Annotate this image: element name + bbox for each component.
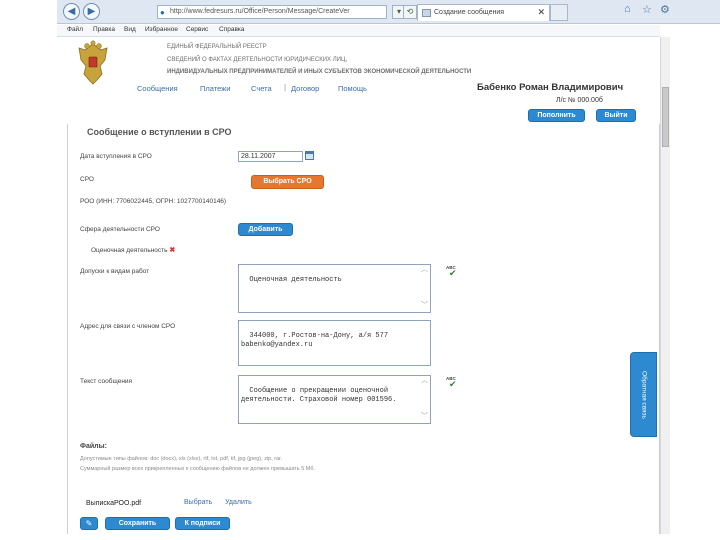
org-title-line-3: ИНДИВИДУАЛЬНЫХ ПРЕДПРИНИМАТЕЛЕЙ И ИНЫХ С… [167,69,472,75]
menu-favorites[interactable]: Избранное [145,26,178,33]
org-title-line-1: ЕДИНЫЙ ФЕДЕРАЛЬНЫЙ РЕЕСТР [167,44,267,50]
date-input[interactable]: 28.11.2007 [238,151,303,162]
page-title: Сообщение о вступлении в СРО [87,127,232,137]
add-activity-button[interactable]: Добавить [238,223,293,236]
nav-help[interactable]: Помощь [338,84,367,93]
choose-sro-button[interactable]: Выбрать СРО [251,175,324,189]
address-bar[interactable]: ● http://www.fedresurs.ru/Office/Person/… [157,5,387,19]
nav-messages[interactable]: Сообщения [137,84,178,93]
sign-button[interactable]: К подписи [175,517,230,530]
back-button[interactable]: ◀ [63,3,80,20]
files-types-note: Допустимые типы файлов: doc (docx), xls … [80,456,283,462]
feedback-tab[interactable]: Обратная связь [630,352,657,437]
page-scrollbar[interactable] [660,37,670,534]
home-icon[interactable]: ⌂ [624,3,631,15]
activity-item: Оценочная деятельность ✖ [91,246,175,254]
choose-file-link[interactable]: Выбрать [184,499,212,506]
feedback-tab-label: Обратная связь [640,370,647,419]
menu-file[interactable]: Файл [67,26,83,33]
scrollbar-thumb[interactable] [662,87,669,147]
work-types-text: Оценочная деятельность [249,276,342,284]
org-title-line-2: СВЕДЕНИЙ О ФАКТАХ ДЕЯТЕЛЬНОСТИ ЮРИДИЧЕСК… [167,57,348,63]
page-favicon-icon [422,9,431,17]
textarea-scroll-arrows[interactable]: ︿ ﹀ [420,376,428,423]
address-textarea[interactable]: 344000, г.Ростов-на-Дону, а/я 577 babenk… [238,320,431,366]
refresh-icon[interactable]: ⟲ [403,5,417,19]
tab-close-icon[interactable]: ✕ [537,5,545,20]
sro-value: РОО (ИНН: 7706022445, ОГРН: 102770014014… [80,198,227,205]
attach-paperclip-icon[interactable]: ✎ [80,517,98,530]
address-text: 344000, г.Ростов-на-Дону, а/я 577 babenk… [241,332,389,349]
delete-file-link[interactable]: Удалить [225,499,252,506]
address-label: Адрес для связи с членом СРО [80,323,176,330]
globe-icon: ● [160,8,165,17]
logout-button[interactable]: Выйти [596,109,636,122]
nav-accounts[interactable]: Счета [251,84,272,93]
favorites-star-icon[interactable]: ☆ [642,3,652,16]
tab-title: Создание сообщения [434,9,505,16]
spellcheck-icon[interactable]: ABC ✔ [446,265,460,279]
new-tab-button[interactable] [550,4,568,21]
settings-gear-icon[interactable]: ⚙ [660,3,670,16]
account-number: Л/с № 000.00б [556,97,603,104]
menu-tools[interactable]: Сервис [186,26,208,33]
nav-separator: | [284,83,287,92]
calendar-icon[interactable] [305,151,314,160]
coat-of-arms-icon [78,40,108,85]
message-textarea[interactable]: Сообщение о прекращении оценочной деятел… [238,375,431,424]
message-label: Текст сообщения [80,378,133,385]
menu-view[interactable]: Вид [124,26,136,33]
browser-toolbar: ◀ ▶ ● http://www.fedresurs.ru/Office/Per… [57,0,720,24]
activity-label: Сфера деятельности СРО [80,226,160,233]
work-types-textarea[interactable]: Оценочная деятельность ︿ ﹀ [238,264,431,313]
spellcheck-icon[interactable]: ABC ✔ [446,376,460,390]
topup-button[interactable]: Пополнить [528,109,585,122]
tab-create-message[interactable]: Создание сообщения ✕ [417,4,550,21]
activity-item-label: Оценочная деятельность [91,247,168,254]
save-button[interactable]: Сохранить [105,517,170,530]
files-size-note: Суммарный размер всех прикрепленных к со… [80,466,316,472]
files-title: Файлы: [80,443,107,450]
address-text: http://www.fedresurs.ru/Office/Person/Me… [170,8,350,15]
date-label: Дата вступления в СРО [80,153,152,160]
menu-edit[interactable]: Правка [93,26,115,33]
work-types-label: Допуски к видам работ [80,268,150,275]
sro-label: СРО [80,176,94,183]
user-name: Бабенко Роман Владимирович [477,82,624,93]
menu-help[interactable]: Справка [219,26,245,33]
attached-file-name: ВыпискаРОО.pdf [84,498,180,509]
message-text: Сообщение о прекращении оценочной деятел… [241,387,397,404]
nav-payments[interactable]: Платежи [200,84,230,93]
nav-contract[interactable]: Договор [291,84,319,93]
remove-activity-icon[interactable]: ✖ [169,247,175,254]
textarea-scroll-arrows[interactable]: ︿ ﹀ [420,265,428,312]
browser-menu-bar: Файл Правка Вид Избранное Сервис Справка [57,25,660,37]
forward-button[interactable]: ▶ [83,3,100,20]
